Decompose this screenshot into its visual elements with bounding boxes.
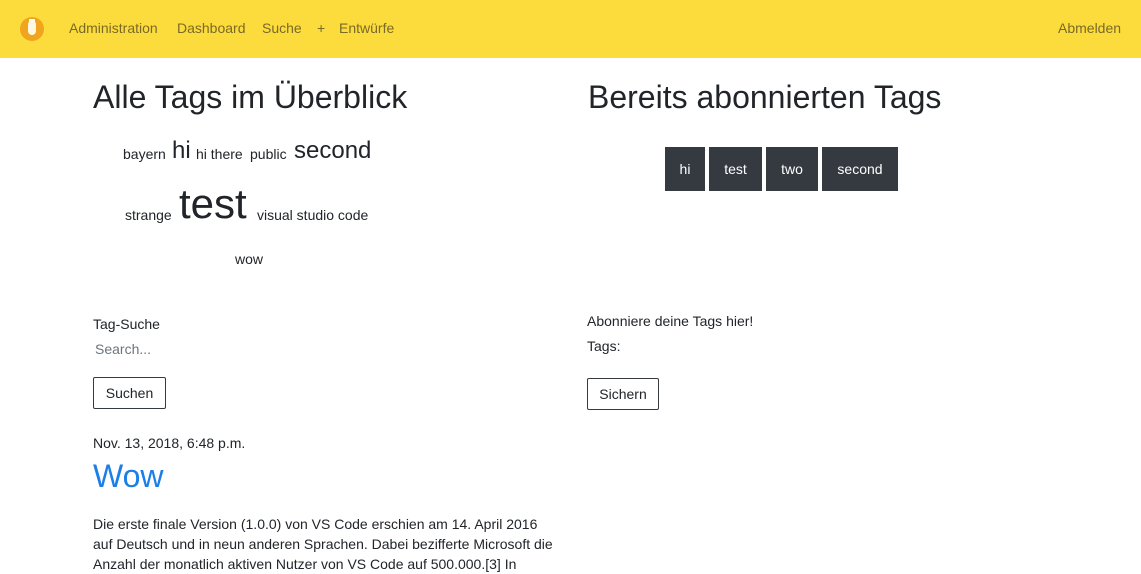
tag-public[interactable]: public xyxy=(250,146,287,163)
tag-bayern[interactable]: bayern xyxy=(123,146,166,163)
lightbulb-logo-icon[interactable] xyxy=(20,17,44,41)
subscribe-heading: Abonniere deine Tags hier! xyxy=(587,313,754,329)
save-button[interactable]: Sichern xyxy=(587,378,659,410)
tag-hi[interactable]: hi xyxy=(172,137,191,165)
tag-wow[interactable]: wow xyxy=(235,251,263,268)
subscribed-tag-hi[interactable]: hi xyxy=(665,147,705,191)
tag-search-input[interactable] xyxy=(93,338,325,360)
subscribed-tag-test[interactable]: test xyxy=(709,147,762,191)
search-button[interactable]: Suchen xyxy=(93,377,166,409)
post-body: Die erste finale Version (1.0.0) von VS … xyxy=(93,516,553,572)
tag-visual-studio-code[interactable]: visual studio code xyxy=(257,207,368,224)
nav-suche-link[interactable]: Suche xyxy=(262,20,302,37)
subscribed-tag-two[interactable]: two xyxy=(766,147,818,191)
tag-second[interactable]: second xyxy=(294,137,371,165)
post-date: Nov. 13, 2018, 6:48 p.m. xyxy=(93,435,246,451)
navbar: Administration Dashboard Suche + Entwürf… xyxy=(0,0,1141,58)
tag-strange[interactable]: strange xyxy=(125,207,172,224)
tag-test[interactable]: test xyxy=(179,180,247,228)
subscribed-tag-second[interactable]: second xyxy=(822,147,898,191)
tag-search-label: Tag-Suche xyxy=(93,316,160,332)
tags-label: Tags: xyxy=(587,338,621,354)
nav-administration-link[interactable]: Administration xyxy=(69,20,158,37)
logout-link[interactable]: Abmelden xyxy=(1058,20,1121,37)
post-title-link[interactable]: Wow xyxy=(93,456,164,496)
nav-new-post-link[interactable]: + xyxy=(317,20,325,37)
nav-dashboard-link[interactable]: Dashboard xyxy=(177,20,246,37)
tag-hi-there[interactable]: hi there xyxy=(196,146,243,163)
tag-cloud-title: Alle Tags im Überblick xyxy=(93,79,408,115)
nav-entwuerfe-link[interactable]: Entwürfe xyxy=(339,20,394,37)
subscribed-tags-title: Bereits abonnierten Tags xyxy=(588,79,942,115)
